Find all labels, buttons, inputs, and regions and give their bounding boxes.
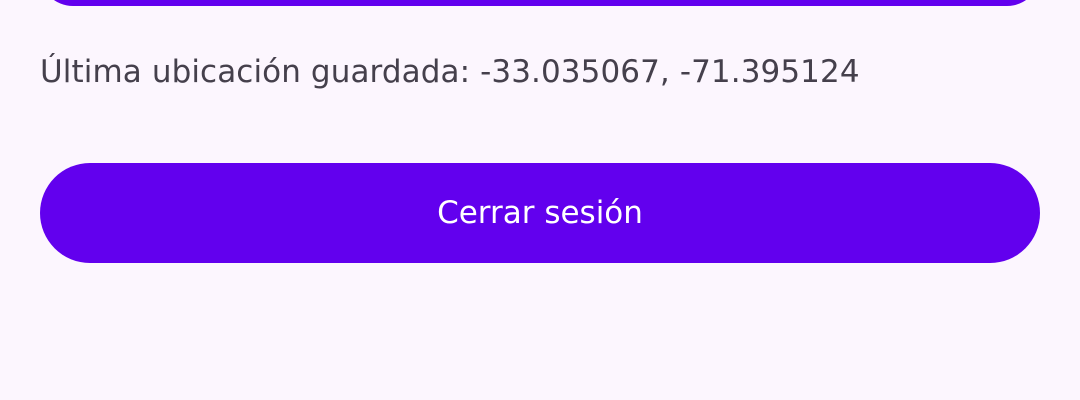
logout-button-label: Cerrar sesión (437, 195, 643, 231)
logout-button[interactable]: Cerrar sesión (40, 163, 1040, 263)
last-saved-location-text: Última ubicación guardada: -33.035067, -… (40, 54, 860, 90)
partial-top-button[interactable] (40, 0, 1040, 6)
